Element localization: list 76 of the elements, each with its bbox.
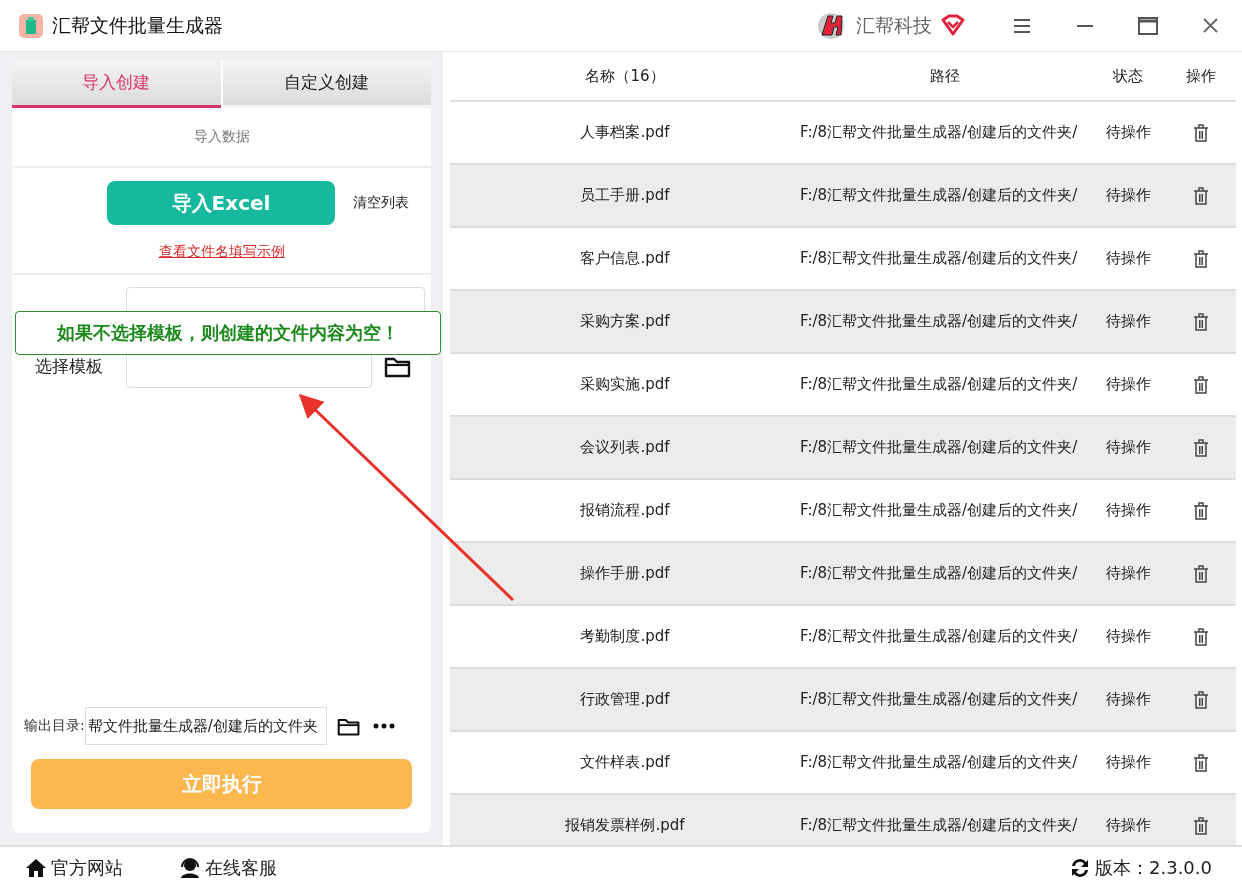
status-cell-text: 待操作 [1104,816,1152,835]
status-cell-text: 待操作 [1104,123,1152,142]
path-cell-text: F:/8汇帮文件批量生成器/创建后的文件夹/ [800,564,1079,583]
footer-link[interactable]: 在线客服 [179,856,277,880]
callout-tooltip: 如果不选择模板，则创建的文件内容为空！ [15,311,441,355]
app-icon [18,12,44,39]
trash-icon[interactable] [1193,312,1209,331]
status-cell-text: 待操作 [1104,249,1152,268]
file-name-cell-text: 采购实施.pdf [579,375,671,394]
diamond-icon [940,13,966,38]
trash-icon[interactable] [1193,123,1209,142]
path-cell-text: F:/8汇帮文件批量生成器/创建后的文件夹/ [800,186,1079,205]
status-cell-text: 待操作 [1104,627,1152,646]
field-label: 输出目录: [24,717,85,735]
section-label: 导入数据 [193,128,250,146]
path-cell-text: F:/8汇帮文件批量生成器/创建后的文件夹/ [800,690,1079,709]
menu-icon[interactable] [1012,16,1031,35]
trash-icon[interactable] [1193,249,1209,268]
brand-logo [816,10,846,41]
trash-icon[interactable] [1193,501,1209,520]
tab[interactable]: 导入创建 [12,60,221,108]
trash-icon[interactable] [1193,753,1209,772]
brand-name: 汇帮科技 [856,12,932,38]
version-label: 版本：2.3.0.0 [1095,856,1212,880]
trash-icon[interactable] [1193,438,1209,457]
column-header: 名称（16） [584,66,666,86]
window-title: 汇帮文件批量生成器 [52,12,223,38]
output-folder-field[interactable]: 帮文件批量生成器/创建后的文件夹 [84,707,327,745]
close-icon[interactable] [1202,17,1219,34]
footer-link[interactable]: 官方网站 [25,856,123,880]
file-name-cell-text: 报销发票样例.pdf [564,816,686,835]
file-name-cell-text: 客户信息.pdf [579,249,671,268]
file-name-cell-text: 行政管理.pdf [579,690,671,709]
file-name-cell-text: 报销流程.pdf [579,501,671,520]
path-cell-text: F:/8汇帮文件批量生成器/创建后的文件夹/ [800,375,1079,394]
trash-icon[interactable] [1193,816,1209,835]
path-cell-text: F:/8汇帮文件批量生成器/创建后的文件夹/ [800,501,1079,520]
example-link[interactable]: 查看文件名填写示例 [158,243,285,261]
path-cell-text: F:/8汇帮文件批量生成器/创建后的文件夹/ [800,312,1079,331]
column-header: 操作 [1185,66,1217,86]
status-cell-text: 待操作 [1104,312,1152,331]
file-name-cell-text: 采购方案.pdf [579,312,671,331]
field-label: 选择模板 [34,354,104,378]
refresh-icon [1069,857,1091,879]
path-cell-text: F:/8汇帮文件批量生成器/创建后的文件夹/ [800,627,1079,646]
file-name-cell-text: 人事档案.pdf [579,123,671,142]
status-cell-text: 待操作 [1104,186,1152,205]
trash-icon[interactable] [1193,564,1209,583]
path-cell-text: F:/8汇帮文件批量生成器/创建后的文件夹/ [800,123,1079,142]
column-header: 状态 [1112,66,1144,86]
path-cell-text: F:/8汇帮文件批量生成器/创建后的文件夹/ [800,438,1079,457]
trash-icon[interactable] [1193,186,1209,205]
trash-icon[interactable] [1193,375,1209,394]
file-name-cell-text: 操作手册.pdf [579,564,671,583]
status-cell-text: 待操作 [1104,438,1152,457]
maximize-icon[interactable] [1137,16,1158,35]
status-cell-text: 待操作 [1104,564,1152,583]
trash-icon[interactable] [1193,690,1209,709]
path-cell-text: F:/8汇帮文件批量生成器/创建后的文件夹/ [800,816,1079,835]
trash-icon[interactable] [1193,627,1209,646]
status-cell-text: 待操作 [1104,501,1152,520]
file-name-cell-text: 员工手册.pdf [579,186,671,205]
file-name-cell-text: 文件样表.pdf [579,753,671,772]
status-cell-text: 待操作 [1104,375,1152,394]
clear-list-button[interactable]: 清空列表 [353,194,409,212]
path-cell-text: F:/8汇帮文件批量生成器/创建后的文件夹/ [800,753,1079,772]
path-cell-text: F:/8汇帮文件批量生成器/创建后的文件夹/ [800,249,1079,268]
home-icon [25,857,47,879]
tab[interactable]: 自定义创建 [222,60,431,108]
status-cell-text: 待操作 [1104,690,1152,709]
column-header: 路径 [929,66,961,86]
more-icon[interactable] [372,723,395,729]
status-cell-text: 待操作 [1104,753,1152,772]
file-name-cell-text: 会议列表.pdf [579,438,671,457]
file-name-cell-text: 考勤制度.pdf [579,627,671,646]
headset-icon [179,857,201,879]
